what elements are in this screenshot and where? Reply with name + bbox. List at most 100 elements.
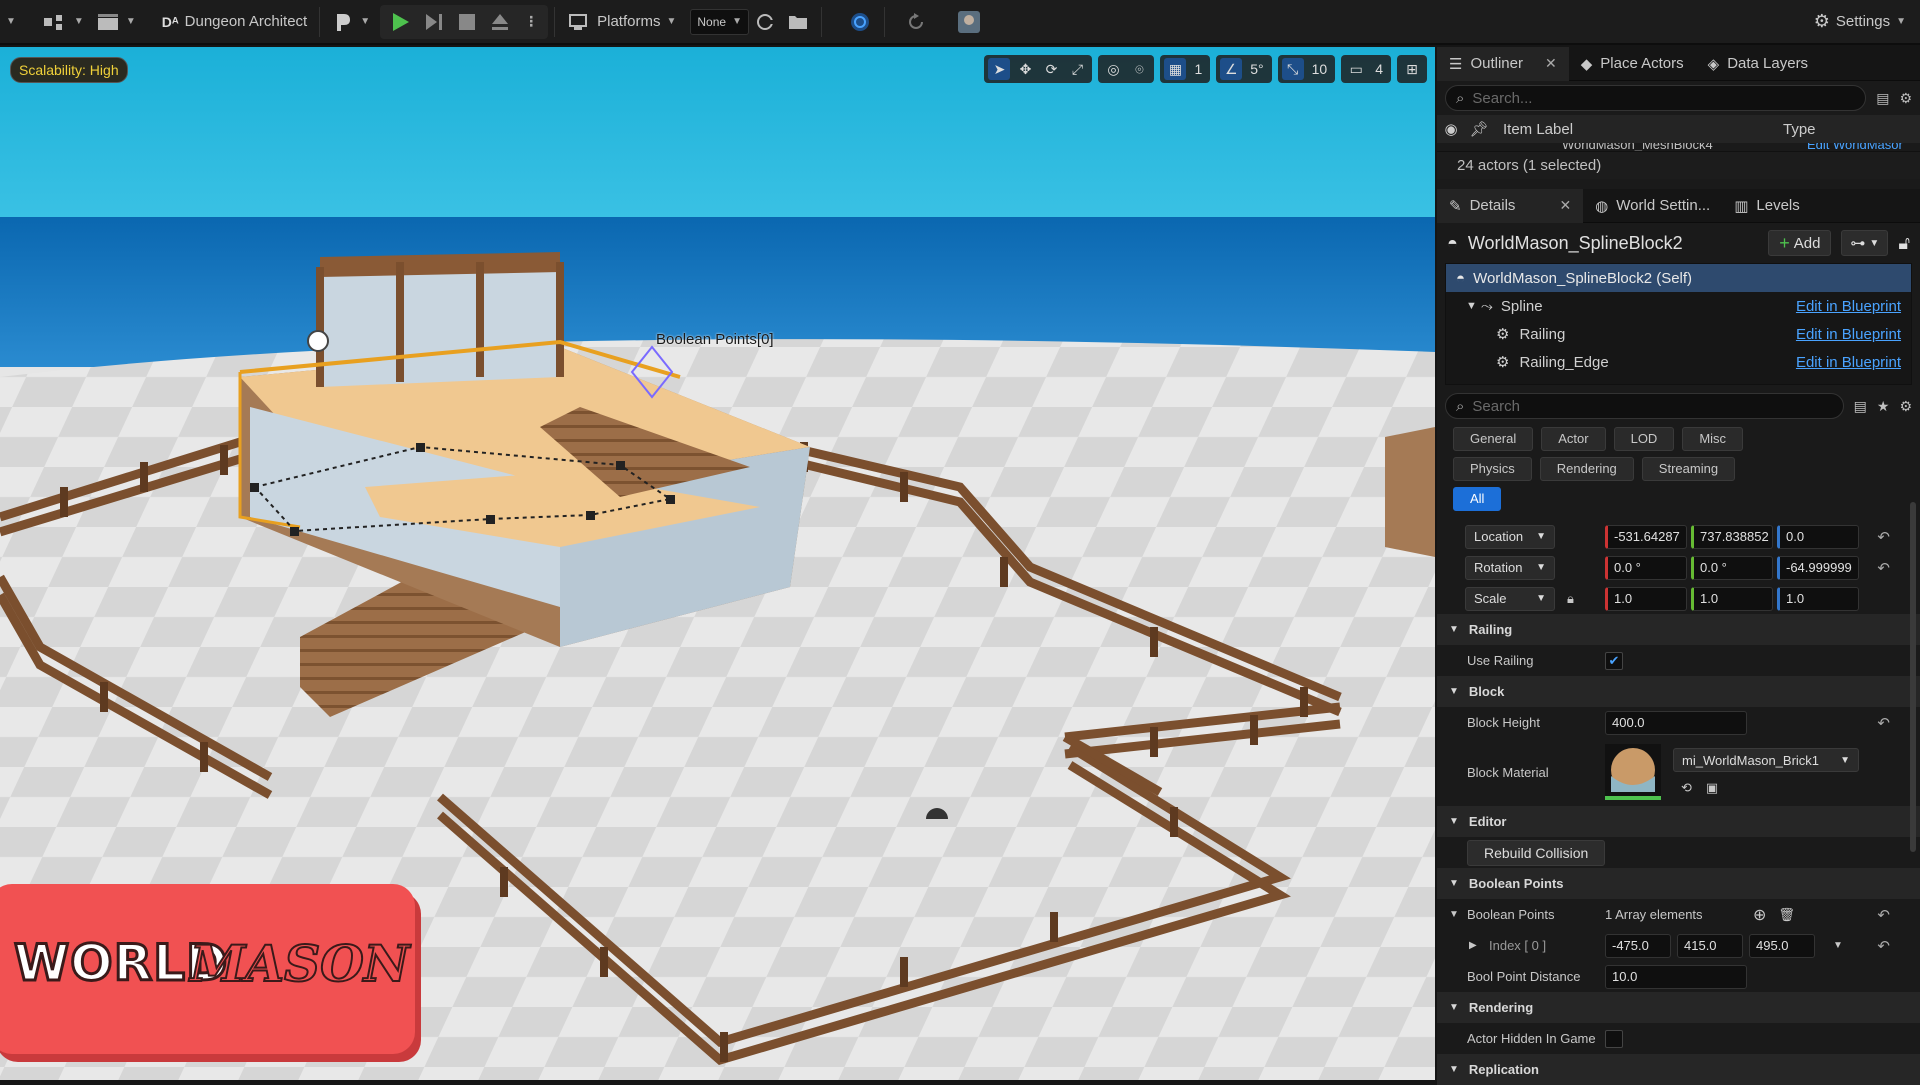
tab-place-actors[interactable]: ◆ Place Actors	[1569, 47, 1696, 81]
more-options-icon[interactable]: ⋮	[524, 13, 538, 30]
angle-snap[interactable]: ∠ 5°	[1216, 55, 1272, 83]
filter-misc[interactable]: Misc	[1682, 427, 1744, 451]
use-railing-checkbox[interactable]: ✔	[1605, 651, 1623, 670]
none-dropdown[interactable]: None ▼	[690, 8, 749, 35]
rotate-tool-icon[interactable]: ⟳	[1040, 58, 1062, 80]
section-editor[interactable]: ▼ Editor	[1437, 806, 1920, 837]
location-x-field[interactable]: -531.64287	[1605, 524, 1687, 549]
details-search-input[interactable]: ⌕ Search	[1445, 393, 1844, 419]
gear-icon[interactable]: ⚙	[1899, 398, 1912, 415]
list-item[interactable]: WorldMason_MeshBlock4	[1562, 143, 1713, 151]
tab-details[interactable]: ✎ Details ✕	[1437, 188, 1584, 223]
reset-icon[interactable]: ↶	[1877, 559, 1890, 577]
platforms-dropdown[interactable]: Platforms ▼	[561, 5, 682, 39]
section-rendering[interactable]: ▼ Rendering	[1437, 992, 1920, 1023]
index-y-field[interactable]: 415.0	[1677, 933, 1743, 958]
reset-icon[interactable]: ↶	[1877, 714, 1890, 732]
block-height-field[interactable]: 400.0	[1605, 710, 1747, 735]
grid-snap-icon[interactable]: ▦	[1164, 58, 1187, 80]
rotation-z-field[interactable]: -64.999999	[1777, 555, 1859, 580]
table-view-icon[interactable]: ▤	[1854, 398, 1867, 415]
level-viewport[interactable]: Scalability: High ➤ ✥ ⟳ ⤢ ◎ ⌾ ▦ 1 ∠ 5° ⤡…	[0, 47, 1435, 1080]
index-z-field[interactable]: 495.0	[1749, 933, 1815, 958]
cinematics-button[interactable]: ▼	[90, 5, 142, 39]
scale-snap[interactable]: ⤡ 10	[1277, 55, 1336, 83]
browse-folder-icon[interactable]: ▣	[1706, 780, 1718, 796]
rotation-x-field[interactable]: 0.0 °	[1605, 555, 1687, 580]
blueprint-options-button[interactable]: ⊶ ▼	[1841, 230, 1889, 256]
scale-snap-value[interactable]: 10	[1308, 61, 1332, 77]
layout-grid-icon[interactable]: ⊞	[1401, 58, 1423, 80]
lock-icon[interactable]: 🔓︎	[1898, 233, 1910, 254]
list-item-type[interactable]: Edit WorldMasor	[1807, 143, 1903, 151]
undo-history-button[interactable]	[899, 5, 933, 39]
bool-distance-field[interactable]: 10.0	[1605, 964, 1747, 989]
use-selected-icon[interactable]: ⟲	[1681, 780, 1692, 796]
filter-rendering[interactable]: Rendering	[1539, 457, 1634, 481]
tree-item-self[interactable]: ◓ WorldMason_SplineBlock2 (Self)	[1446, 264, 1911, 292]
surface-snap-icon[interactable]: ⌾	[1128, 58, 1150, 80]
user-avatar[interactable]	[951, 5, 987, 39]
edit-in-blueprint-link[interactable]: Edit in Blueprint	[1796, 298, 1901, 315]
filter-physics[interactable]: Physics	[1453, 457, 1532, 481]
world-space-icon[interactable]: ◎	[1102, 58, 1124, 80]
tab-data-layers[interactable]: ◈ Data Layers	[1696, 47, 1820, 81]
tree-item-railing-edge[interactable]: ⚙ Railing_Edge Edit in Blueprint	[1446, 348, 1911, 376]
scale-snap-icon[interactable]: ⤡	[1281, 58, 1304, 80]
step-icon[interactable]	[424, 12, 444, 32]
type-column[interactable]: Type	[1783, 121, 1816, 138]
scale-x-field[interactable]: 1.0	[1605, 586, 1687, 611]
chevron-down-icon[interactable]: ▼	[1833, 940, 1843, 951]
recompile-button[interactable]	[749, 5, 781, 39]
layout-menu[interactable]: ⊞	[1397, 55, 1427, 83]
expand-arrow-icon[interactable]: ▼	[1449, 909, 1459, 920]
stop-icon[interactable]	[458, 13, 476, 31]
scale-z-field[interactable]: 1.0	[1777, 586, 1859, 611]
angle-snap-value[interactable]: 5°	[1246, 61, 1267, 77]
lock-icon[interactable]: 🔒︎	[1567, 591, 1574, 607]
pin-icon[interactable]: 📌︎	[1465, 120, 1493, 138]
scale-y-field[interactable]: 1.0	[1691, 586, 1773, 611]
add-actor-button[interactable]: ▼	[36, 5, 90, 39]
tab-world-settings[interactable]: ◍ World Settin...	[1583, 189, 1722, 223]
location-dropdown[interactable]: Location ▼	[1465, 524, 1555, 549]
rotation-y-field[interactable]: 0.0 °	[1691, 555, 1773, 580]
close-icon[interactable]: ✕	[1545, 55, 1557, 72]
section-replication[interactable]: ▼ Replication	[1437, 1054, 1920, 1085]
camera-icon[interactable]: ▭	[1345, 58, 1367, 80]
close-icon[interactable]: ✕	[1559, 197, 1571, 214]
section-boolean-points[interactable]: ▼ Boolean Points	[1437, 868, 1920, 899]
scale-dropdown[interactable]: Scale ▼	[1465, 586, 1555, 611]
location-y-field[interactable]: 737.838852	[1691, 524, 1773, 549]
filter-lod[interactable]: LOD	[1613, 427, 1675, 451]
world-button[interactable]	[842, 5, 878, 39]
blueprint-dropdown[interactable]: ▼	[326, 5, 376, 39]
add-element-icon[interactable]: ⊕	[1753, 905, 1766, 925]
section-railing[interactable]: ▼ Railing	[1437, 614, 1920, 645]
details-scrollbar[interactable]	[1910, 502, 1916, 852]
trash-icon[interactable]: 🗑︎	[1778, 907, 1795, 923]
tab-levels[interactable]: ▥ Levels	[1722, 189, 1812, 223]
tree-item-spline[interactable]: ▼ ⤳ Spline Edit in Blueprint	[1446, 292, 1911, 320]
reset-icon[interactable]: ↶	[1877, 937, 1890, 955]
angle-snap-icon[interactable]: ∠	[1220, 58, 1243, 80]
filter-actor[interactable]: Actor	[1541, 427, 1606, 451]
reset-icon[interactable]: ↶	[1877, 528, 1890, 546]
item-label-column[interactable]: Item Label	[1493, 121, 1783, 138]
material-thumbnail[interactable]	[1605, 744, 1661, 800]
camera-speed[interactable]: ▭ 4	[1341, 55, 1391, 83]
filter-general[interactable]: General	[1453, 427, 1534, 451]
edit-in-blueprint-link[interactable]: Edit in Blueprint	[1796, 326, 1901, 343]
eye-icon[interactable]: ◉	[1437, 120, 1465, 138]
hidden-in-game-checkbox[interactable]	[1605, 1029, 1623, 1048]
scale-tool-icon[interactable]: ⤢	[1066, 58, 1088, 80]
reset-icon[interactable]: ↶	[1877, 906, 1890, 924]
add-component-button[interactable]: + Add	[1768, 230, 1832, 256]
mode-dropdown[interactable]: ▼	[0, 5, 22, 39]
filter-streaming[interactable]: Streaming	[1641, 457, 1736, 481]
filter-all[interactable]: All	[1453, 487, 1502, 511]
grid-snap[interactable]: ▦ 1	[1160, 55, 1211, 83]
play-icon[interactable]	[390, 12, 410, 32]
gear-icon[interactable]: ⚙	[1899, 90, 1912, 107]
tab-outliner[interactable]: ☰ Outliner ✕	[1437, 46, 1569, 81]
